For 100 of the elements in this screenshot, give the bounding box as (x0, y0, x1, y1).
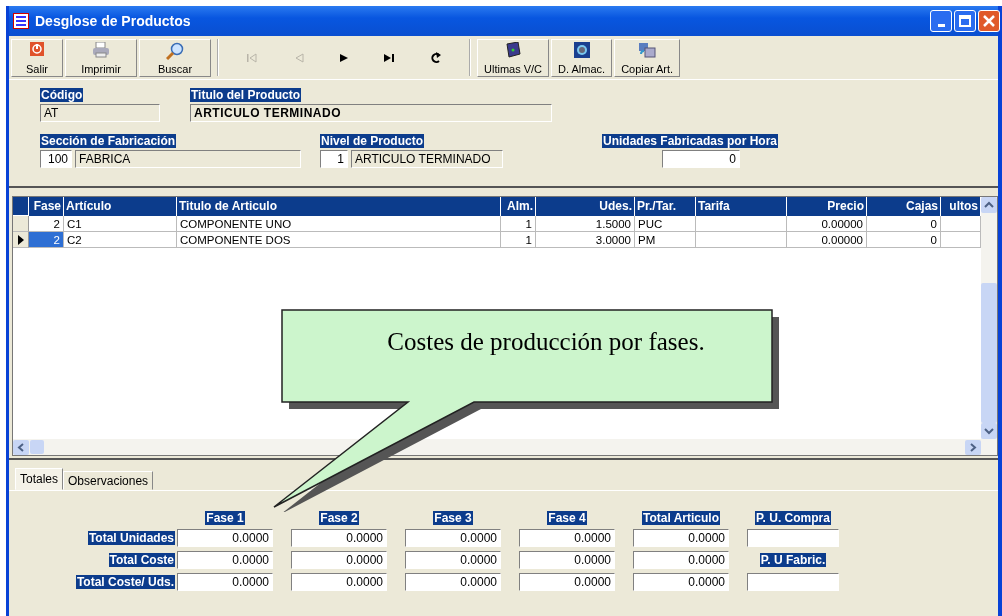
section-code-field[interactable]: 100 (40, 150, 72, 168)
column-header[interactable]: Precio (787, 197, 867, 216)
field-label: Titulo del Producto (190, 88, 302, 102)
field-label: Código (40, 88, 84, 102)
previous-icon (293, 52, 304, 63)
column-header[interactable]: Alm. (501, 197, 536, 216)
section-name-field[interactable]: FABRICA (75, 150, 301, 168)
scroll-thumb[interactable] (30, 440, 44, 454)
toolbar-button[interactable]: D. Almac. (551, 39, 613, 77)
table-cell: C2 (64, 232, 177, 248)
total-field[interactable]: 0.0000 (177, 573, 273, 591)
current-row-icon (17, 234, 24, 245)
table-cell: 2 (29, 232, 64, 248)
field-label: Sección de Fabricación (40, 134, 177, 148)
window-title: Desglose de Productos (35, 13, 192, 29)
next-icon (339, 52, 348, 63)
minimize-button[interactable] (930, 10, 952, 32)
total-field[interactable]: 0.0000 (177, 551, 273, 569)
maximize-button[interactable] (954, 10, 976, 32)
gauge-icon (573, 42, 590, 58)
row-indicator[interactable] (13, 232, 29, 248)
toolbar-button[interactable]: Buscar (139, 39, 211, 77)
scroll-right-icon (965, 439, 981, 455)
vertical-scrollbar[interactable] (981, 197, 997, 455)
column-header[interactable]: Cajas (867, 197, 941, 216)
close-icon (983, 15, 995, 27)
toolbar-button[interactable]: Ultimas V/C (477, 39, 550, 77)
copy-icon (638, 42, 657, 58)
table-cell: COMPONENTE UNO (177, 216, 501, 232)
book-icon (504, 42, 523, 58)
total-field[interactable]: 0.0000 (177, 529, 273, 547)
scroll-left-icon (13, 439, 29, 455)
total-field[interactable]: 0.0000 (519, 551, 615, 569)
column-label: Fase 4 (547, 511, 587, 525)
maximize-icon (959, 15, 971, 27)
column-label: Fase 2 (319, 511, 359, 525)
table-cell: PM (635, 232, 696, 248)
table-cell: 0 (867, 232, 941, 248)
total-field[interactable]: 0.0000 (291, 573, 387, 591)
window-icon (13, 13, 29, 29)
toolbar-button[interactable]: Imprimir (65, 39, 137, 77)
tab[interactable]: Totales (15, 468, 64, 490)
code-field[interactable]: AT (40, 104, 160, 122)
column-header[interactable]: Artículo (64, 197, 177, 216)
total-field[interactable]: 0.0000 (633, 529, 729, 547)
search-icon (166, 42, 184, 60)
table-cell: C1 (64, 216, 177, 232)
first-record-icon (247, 52, 258, 63)
printer-icon (92, 42, 110, 58)
table-cell: COMPONENTE DOS (177, 232, 501, 248)
row-label: Total Unidades (87, 531, 175, 545)
table-cell: 0.00000 (787, 216, 867, 232)
column-header[interactable]: Tarifa (696, 197, 787, 216)
total-field[interactable]: 0.0000 (291, 529, 387, 547)
manufacture-price-field[interactable] (747, 573, 839, 591)
total-field[interactable]: 0.0000 (519, 573, 615, 591)
minimize-icon (937, 23, 945, 27)
horizontal-scrollbar[interactable] (13, 439, 981, 455)
column-label: P. U Fabric. (759, 553, 827, 567)
scroll-up-icon (981, 197, 997, 213)
toolbar-button[interactable]: Copiar Art. (614, 39, 681, 77)
column-header[interactable]: Fase (29, 197, 64, 216)
toolbar-button[interactable]: Salir (11, 39, 63, 77)
callout-text: Costes de producción por fases. (386, 328, 706, 356)
level-code-field[interactable]: 1 (320, 150, 348, 168)
total-field[interactable]: 0.0000 (405, 573, 501, 591)
scroll-down-icon (981, 423, 997, 439)
units-per-hour-field[interactable]: 0 (662, 150, 740, 168)
table-cell: PUC (635, 216, 696, 232)
column-label: Total Articulo (642, 511, 720, 525)
column-label: Fase 1 (205, 511, 245, 525)
scroll-thumb[interactable] (981, 283, 997, 423)
column-header[interactable]: ultos (941, 197, 981, 216)
purchase-price-field[interactable] (747, 529, 839, 547)
table-cell: 1 (501, 216, 536, 232)
close-button[interactable] (978, 10, 1000, 32)
table-cell: 1.5000 (536, 216, 635, 232)
column-label: Fase 3 (433, 511, 473, 525)
last-record-icon (384, 52, 395, 63)
table-cell: 0 (867, 216, 941, 232)
power-icon (30, 42, 44, 56)
column-header[interactable]: Udes. (536, 197, 635, 216)
table-cell: 3.0000 (536, 232, 635, 248)
column-header[interactable]: Titulo de Articulo (177, 197, 501, 216)
tab[interactable]: Observaciones (63, 471, 154, 490)
field-label: Unidades Fabricadas por Hora (602, 134, 779, 148)
total-field[interactable]: 0.0000 (291, 551, 387, 569)
column-header[interactable]: Pr./Tar. (635, 197, 696, 216)
total-field[interactable]: 0.0000 (633, 551, 729, 569)
total-field[interactable]: 0.0000 (519, 529, 615, 547)
total-field[interactable]: 0.0000 (633, 573, 729, 591)
table-cell: 0.00000 (787, 232, 867, 248)
total-field[interactable]: 0.0000 (405, 529, 501, 547)
column-label: P. U. Compra (755, 511, 831, 525)
field-label: Nivel de Producto (320, 134, 425, 148)
table-cell: 1 (501, 232, 536, 248)
total-field[interactable]: 0.0000 (405, 551, 501, 569)
level-name-field[interactable]: ARTICULO TERMINADO (351, 150, 503, 168)
title-field[interactable]: ARTICULO TERMINADO (190, 104, 552, 122)
row-label: Total Coste (108, 553, 175, 567)
